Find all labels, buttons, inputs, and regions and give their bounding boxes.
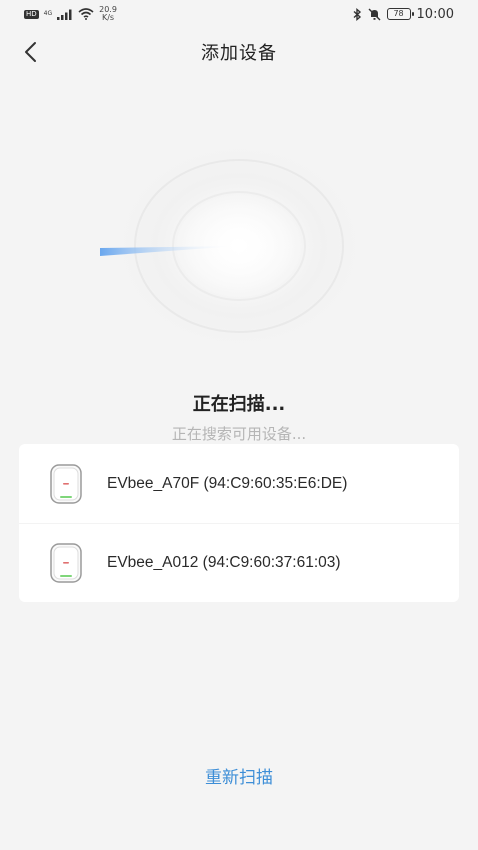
radar-inner-ring (172, 191, 306, 301)
device-list: EVbee_A70F (94:C9:60:35:E6:DE) EVbee_A01… (19, 444, 459, 602)
device-name: EVbee_A70F (94:C9:60:35:E6:DE) (107, 474, 348, 492)
speed-unit: K/s (101, 13, 115, 22)
wifi-icon (78, 8, 94, 20)
battery-icon: 78 (386, 8, 414, 20)
scan-status-title: 正在扫描... (192, 394, 286, 415)
device-item[interactable]: EVbee_A012 (94:C9:60:37:61:03) (19, 523, 459, 602)
radar-scan-graphic (99, 130, 379, 362)
network-speed: 20.9 K/s (99, 6, 117, 22)
chevron-left-icon (25, 42, 36, 62)
status-left: HD 4G 20.9 K/s (24, 6, 117, 22)
bluetooth-icon (353, 7, 361, 21)
rescan-button[interactable]: 重新扫描 (160, 762, 318, 794)
page-title: 添加设备 (201, 43, 277, 64)
charger-device-icon (50, 463, 82, 504)
charger-device-icon (50, 543, 82, 583)
device-name: EVbee_A012 (94:C9:60:37:61:03) (107, 554, 341, 571)
scan-status-subtitle: 正在搜索可用设备... (171, 425, 307, 443)
network-type: 4G (43, 10, 53, 17)
status-time: 10:00 (416, 6, 454, 22)
signal-icon (57, 9, 72, 20)
back-button[interactable] (14, 36, 46, 68)
status-bar: HD 4G 20.9 K/s 78 10:00 (0, 0, 478, 28)
device-item[interactable]: EVbee_A70F (94:C9:60:35:E6:DE) (19, 444, 459, 523)
status-right: 78 10:00 (353, 7, 454, 22)
hd-badge: HD (24, 9, 39, 19)
mute-bell-icon (368, 8, 381, 20)
app-header: 添加设备 (0, 28, 478, 76)
